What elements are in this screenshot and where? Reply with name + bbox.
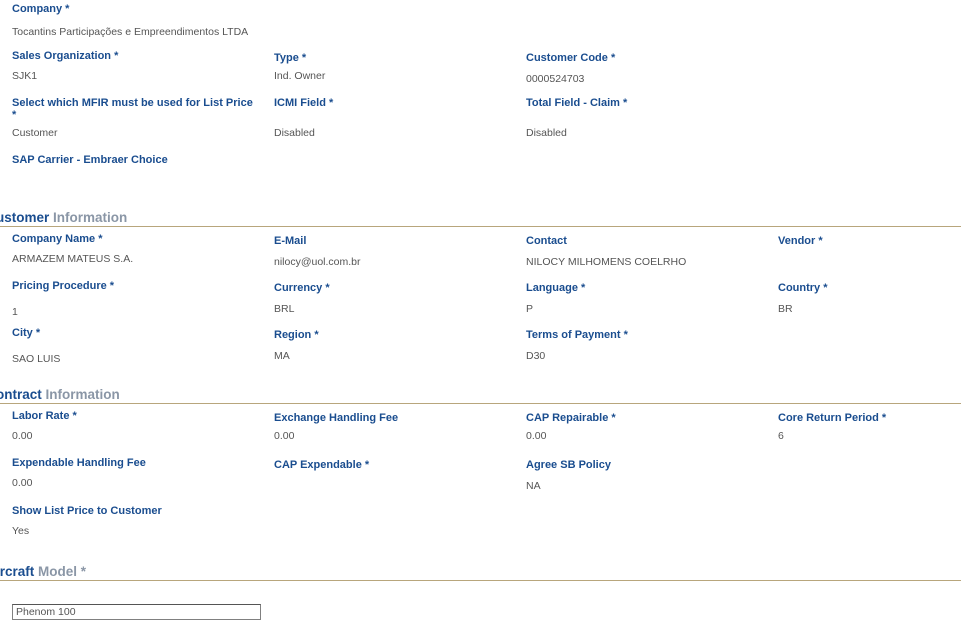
core-return-period-value: 6 xyxy=(778,430,784,442)
company-value: Tocantins Participações e Empreendimento… xyxy=(12,26,249,38)
terms-of-payment-value: D30 xyxy=(526,350,546,362)
cap-repairable-label: CAP Repairable * xyxy=(526,412,616,424)
language-value: P xyxy=(526,303,534,315)
contract-section-title: ontract Information xyxy=(0,387,120,403)
language-label: Language * xyxy=(526,282,586,294)
region-value: MA xyxy=(274,350,290,362)
exchange-handling-fee-value: 0.00 xyxy=(274,430,295,442)
expendable-handling-fee-label: Expendable Handling Fee xyxy=(12,457,146,469)
labor-rate-label: Labor Rate * xyxy=(12,410,77,422)
company-name-value: ARMAZEM MATEUS S.A. xyxy=(12,253,134,265)
pricing-procedure-value: 1 xyxy=(12,306,18,318)
terms-of-payment-label: Terms of Payment * xyxy=(526,329,628,341)
mfir-label-required: * xyxy=(12,109,17,121)
customer-section-title-light: Information xyxy=(53,210,128,225)
mfir-value: Customer xyxy=(12,127,58,139)
cap-repairable-value: 0.00 xyxy=(526,430,547,442)
customer-code-value: 0000524703 xyxy=(526,73,585,85)
total-field-value: Disabled xyxy=(526,127,567,139)
exchange-handling-fee-label: Exchange Handling Fee xyxy=(274,412,399,424)
contact-value: NILOCY MILHOMENS COELRHO xyxy=(526,256,687,268)
contract-section-title-light: Information xyxy=(45,387,120,402)
currency-label: Currency * xyxy=(274,282,330,294)
country-label: Country * xyxy=(778,282,828,294)
mfir-label: Select which MFIR must be used for List … xyxy=(12,97,253,109)
customer-section-title-dark: ustomer xyxy=(0,210,50,225)
contact-label: Contact xyxy=(526,235,567,247)
labor-rate-value: 0.00 xyxy=(12,430,33,442)
email-value: nilocy@uol.com.br xyxy=(274,256,361,268)
total-field-label: Total Field - Claim * xyxy=(526,97,628,109)
customer-section-divider xyxy=(0,226,961,227)
email-label: E-Mail xyxy=(274,235,307,247)
currency-value: BRL xyxy=(274,303,295,315)
expendable-handling-fee-value: 0.00 xyxy=(12,477,33,489)
customer-section-title: ustomer Information xyxy=(0,210,127,226)
aircraft-section-title: ircraft Model * xyxy=(0,564,86,580)
cap-expendable-label: CAP Expendable * xyxy=(274,459,370,471)
aircraft-section-title-dark: ircraft xyxy=(0,564,35,579)
type-value: Ind. Owner xyxy=(274,70,326,82)
icmi-label: ICMI Field * xyxy=(274,97,334,109)
agree-sb-policy-value: NA xyxy=(526,480,541,492)
show-list-price-value: Yes xyxy=(12,525,30,537)
sap-carrier-label: SAP Carrier - Embraer Choice xyxy=(12,154,168,166)
company-label: Company * xyxy=(12,3,70,15)
company-name-label: Company Name * xyxy=(12,233,103,245)
core-return-period-label: Core Return Period * xyxy=(778,412,887,424)
region-label: Region * xyxy=(274,329,319,341)
agree-sb-policy-label: Agree SB Policy xyxy=(526,459,611,471)
country-value: BR xyxy=(778,303,793,315)
pricing-procedure-label: Pricing Procedure * xyxy=(12,280,115,292)
show-list-price-label: Show List Price to Customer xyxy=(12,505,162,517)
icmi-value: Disabled xyxy=(274,127,315,139)
customer-code-label: Customer Code * xyxy=(526,52,616,64)
type-label: Type * xyxy=(274,52,307,64)
aircraft-section-title-light: Model * xyxy=(38,564,87,579)
contract-section-divider xyxy=(0,403,961,404)
contract-section-title-dark: ontract xyxy=(0,387,42,402)
city-label: City * xyxy=(12,327,41,339)
sales-org-value: SJK1 xyxy=(12,70,38,82)
aircraft-model-input[interactable]: Phenom 100 xyxy=(12,604,261,620)
aircraft-section-divider xyxy=(0,580,961,581)
vendor-label: Vendor * xyxy=(778,235,823,247)
city-value: SAO LUIS xyxy=(12,353,61,365)
sales-org-label: Sales Organization * xyxy=(12,50,119,62)
